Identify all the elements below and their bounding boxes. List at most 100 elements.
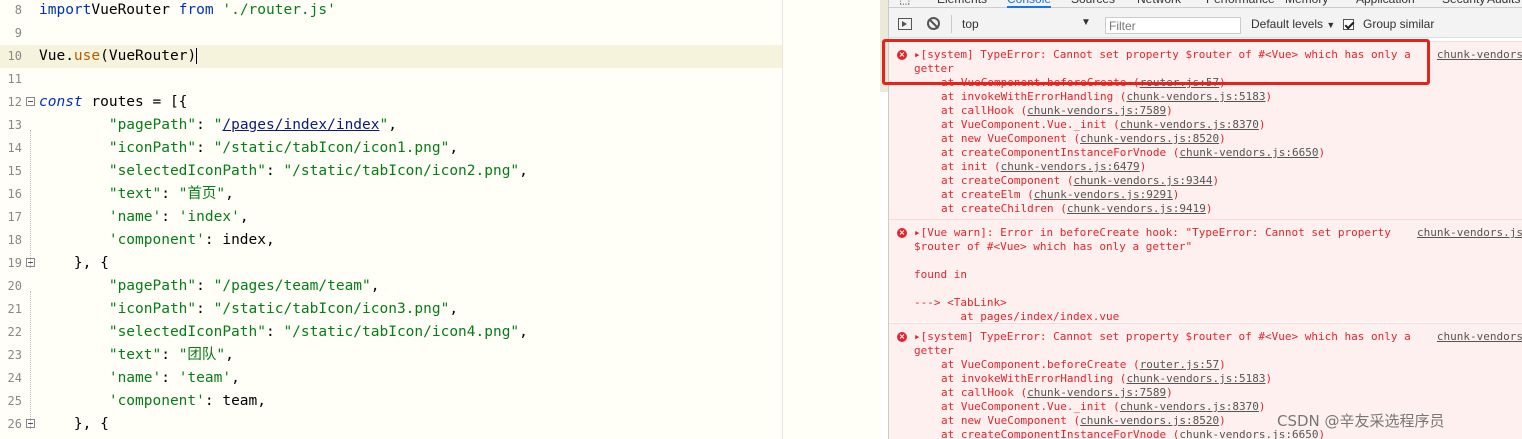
line-number: 19	[7, 256, 22, 270]
stack-frame-link[interactable]: chunk-vendors.js:8520	[1080, 132, 1219, 145]
line-number: 15	[7, 164, 22, 178]
stack-frame-link[interactable]: chunk-vendors.js:9291	[1034, 188, 1173, 201]
stack-frame-link[interactable]: chunk-vendors.js:6479	[1001, 160, 1140, 173]
stack-frame-link[interactable]: chunk-vendors.js:5183	[1126, 90, 1265, 103]
tab-sources[interactable]: Sources	[1071, 0, 1115, 8]
chevron-down-icon[interactable]: ▼	[1081, 17, 1091, 28]
group-similar-checkbox[interactable]	[1343, 19, 1354, 30]
log-levels-dropdown[interactable]: Default levels ▼	[1251, 17, 1335, 31]
code-line[interactable]: 12 const routes = [{	[0, 91, 880, 114]
stack-frame-label: at invokeWithErrorHandling (	[941, 372, 1127, 385]
code-text: "iconPath": "/static/tabIcon/icon3.png",	[39, 298, 458, 321]
code-line[interactable]: 17 'name': 'index',	[0, 206, 880, 229]
code-line[interactable]: 25 'component': team,	[0, 390, 880, 413]
stack-frame-label: at new VueComponent (	[941, 414, 1081, 427]
code-text: "selectedIconPath": "/static/tabIcon/ico…	[39, 321, 528, 344]
code-token: ,	[231, 370, 240, 386]
code-token: ,	[519, 324, 528, 340]
sidebar-toggle-icon[interactable]	[898, 18, 912, 30]
code-line[interactable]: 16 "text": "首页",	[0, 183, 880, 206]
code-line[interactable]: 11	[0, 68, 880, 91]
code-line[interactable]: 26 }, {	[0, 413, 880, 436]
code-text: "iconPath": "/static/tabIcon/icon1.png",	[39, 137, 458, 160]
code-token: 'index'	[178, 209, 240, 225]
tab-console[interactable]: Console	[1007, 0, 1052, 8]
stack-frame-close: )	[1219, 414, 1226, 427]
message-text: at pages/index/index.vue	[914, 310, 1120, 323]
code-token: ,	[519, 163, 528, 179]
stack-frame: at invokeWithErrorHandling (chunk-vendor…	[941, 90, 1272, 104]
code-token: 'team'	[178, 370, 232, 386]
code-editor[interactable]: 8 importVueRouter from './router.js' 9 10 Vu…	[0, 0, 880, 439]
code-line[interactable]: 9	[0, 22, 880, 45]
filter-input[interactable]	[1105, 17, 1241, 34]
line-number: 16	[7, 187, 22, 201]
code-token: "/static/tabIcon/icon1.png"	[213, 140, 450, 156]
code-token: :	[161, 347, 179, 363]
stack-frame: at createElm (chunk-vendors.js:9291)	[941, 188, 1179, 202]
stack-frame: at createComponentInstanceForVnode (chun…	[941, 146, 1325, 160]
stack-frame-close: )	[1172, 188, 1180, 201]
fold-collapse-icon[interactable]	[26, 97, 35, 106]
stack-frame: at invokeWithErrorHandling (chunk-vendor…	[941, 372, 1272, 386]
code-token: "首页"	[178, 186, 226, 202]
line-number: 8	[14, 3, 22, 17]
source-link[interactable]: chunk-vendors	[1437, 48, 1522, 62]
stack-frame-link[interactable]: chunk-vendors.js:8370	[1120, 118, 1259, 131]
code-token: "/pages/team/team"	[213, 278, 371, 294]
source-link[interactable]: chunk-vendors	[1437, 330, 1522, 344]
tab-security[interactable]: Security	[1442, 0, 1485, 8]
stack-frame-close: )	[1212, 174, 1220, 187]
code-line[interactable]: 10 Vue.use(VueRouter)	[0, 45, 782, 68]
stack-frame-link[interactable]: chunk-vendors.js:7589	[1027, 104, 1166, 117]
code-line[interactable]: 20 "pagePath": "/pages/team/team",	[0, 275, 880, 298]
code-line[interactable]: 14 "iconPath": "/static/tabIcon/icon1.pn…	[0, 137, 880, 160]
tab-audits[interactable]: Audits	[1487, 0, 1520, 8]
stack-frame-link[interactable]: chunk-vendors.js:9344	[1073, 174, 1212, 187]
tab-application[interactable]: Application	[1356, 0, 1415, 8]
code-token: ,	[225, 186, 234, 202]
log-levels-label: Default levels	[1251, 17, 1324, 31]
tab-memory[interactable]: Memory	[1285, 0, 1328, 8]
source-link[interactable]: chunk-vendors.js	[1417, 226, 1522, 240]
tab-performance[interactable]: Performance	[1206, 0, 1275, 8]
code-line[interactable]: 18 'component': index,	[0, 229, 880, 252]
code-token: ,	[370, 278, 380, 294]
code-line[interactable]: 24 'name': 'team',	[0, 367, 880, 390]
stack-frame-label: at createComponent (	[941, 174, 1074, 187]
code-line[interactable]: 13 "pagePath": "/pages/index/index",	[0, 114, 880, 137]
code-token: const	[39, 94, 83, 110]
line-number: 20	[7, 279, 22, 293]
stack-frame-label: at callHook (	[941, 104, 1028, 117]
clear-console-icon[interactable]	[927, 17, 940, 30]
code-line[interactable]: 21 "iconPath": "/static/tabIcon/icon3.pn…	[0, 298, 880, 321]
devtools-tab-bar: Elements Console Sources Network Performance…	[889, 0, 1522, 8]
inspect-element-icon[interactable]: ⬚	[899, 0, 910, 8]
stack-frame-link[interactable]: router.js:57	[1140, 358, 1219, 371]
code-token: "/static/tabIcon/icon3.png"	[213, 301, 450, 317]
line-number: 17	[7, 210, 22, 224]
code-line[interactable]: 8 importVueRouter from './router.js'	[0, 0, 880, 22]
stack-frame-link[interactable]: chunk-vendors.js:8370	[1120, 400, 1259, 413]
code-line[interactable]: 23 "text": "团队",	[0, 344, 880, 367]
stack-frame-close: )	[1205, 202, 1213, 215]
stack-frame-close: )	[1139, 160, 1147, 173]
code-line[interactable]: 15 "selectedIconPath": "/static/tabIcon/…	[0, 160, 880, 183]
stack-frame-link[interactable]: chunk-vendors.js:9419	[1067, 202, 1206, 215]
code-line[interactable]: 22 "selectedIconPath": "/static/tabIcon/…	[0, 321, 880, 344]
stack-frame-label: at createElm (	[941, 188, 1034, 201]
tab-elements[interactable]: Elements	[937, 0, 987, 8]
tab-network[interactable]: Network	[1137, 0, 1181, 8]
context-selector[interactable]: top	[962, 17, 979, 31]
line-number: 13	[7, 118, 22, 132]
stack-frame-link[interactable]: chunk-vendors.js:7589	[1027, 386, 1166, 399]
stack-frame-link[interactable]: chunk-vendors.js:8520	[1080, 414, 1219, 427]
stack-frame-link[interactable]: chunk-vendors.js:6650	[1179, 146, 1318, 159]
stack-frame-label: at invokeWithErrorHandling (	[941, 90, 1127, 103]
console-error-message[interactable]: × ▸[Vue warn]: Error in beforeCreate hook…	[889, 219, 1522, 323]
stack-frame-link[interactable]: chunk-vendors.js:5183	[1126, 372, 1265, 385]
code-token: "selectedIconPath"	[108, 324, 266, 340]
code-line[interactable]: 19 }, {	[0, 252, 880, 275]
